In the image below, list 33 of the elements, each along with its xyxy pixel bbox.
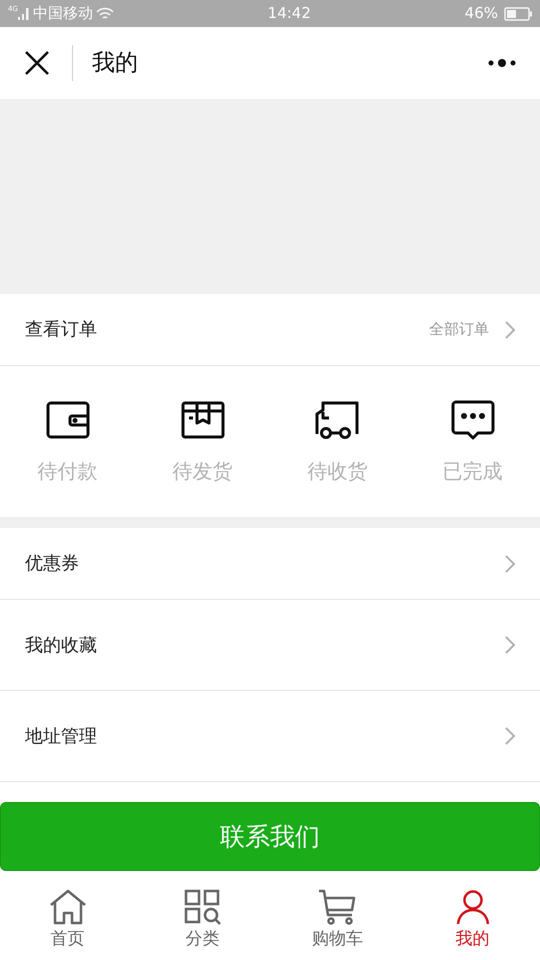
carrier-label: 中国移动 bbox=[32, 3, 93, 24]
tab-item[interactable]: 购物车 bbox=[270, 871, 405, 960]
signal-icon bbox=[18, 7, 30, 20]
battery-icon bbox=[504, 6, 532, 20]
menu-label: 优惠券 bbox=[25, 552, 79, 576]
tab-item[interactable]: 分类 bbox=[135, 871, 270, 960]
chevron-right-icon bbox=[505, 320, 515, 338]
orders-title: 查看订单 bbox=[25, 318, 97, 342]
clock: 14:42 bbox=[266, 3, 312, 24]
truck-icon bbox=[314, 400, 360, 440]
more-icon[interactable] bbox=[487, 58, 517, 68]
wifi-icon bbox=[96, 6, 114, 20]
menu-label: 地址管理 bbox=[25, 724, 97, 748]
menu-label: 我的收藏 bbox=[25, 634, 97, 658]
menu-row[interactable]: 我的收藏 bbox=[0, 600, 540, 691]
tab-item[interactable]: 我的 bbox=[405, 871, 540, 960]
home-icon bbox=[48, 889, 86, 925]
category-icon bbox=[184, 889, 222, 925]
wallet-icon bbox=[46, 400, 90, 438]
battery-percent: 46% bbox=[464, 3, 498, 24]
page-title: 我的 bbox=[92, 48, 138, 78]
box-icon bbox=[180, 400, 224, 438]
menu-row[interactable]: 地址管理 bbox=[0, 691, 540, 782]
user-icon bbox=[454, 889, 490, 925]
cart-icon bbox=[318, 889, 358, 925]
tab-item[interactable]: 首页 bbox=[0, 871, 135, 960]
chevron-right-icon bbox=[505, 727, 515, 745]
menu-row[interactable]: 优惠券 bbox=[0, 528, 540, 600]
chevron-right-icon bbox=[505, 636, 515, 654]
contact-button[interactable]: 联系我们 bbox=[0, 802, 540, 871]
chevron-right-icon bbox=[505, 554, 515, 572]
chat-icon bbox=[450, 400, 494, 440]
orders-header-row[interactable]: 查看订单 全部订单 bbox=[0, 294, 540, 366]
